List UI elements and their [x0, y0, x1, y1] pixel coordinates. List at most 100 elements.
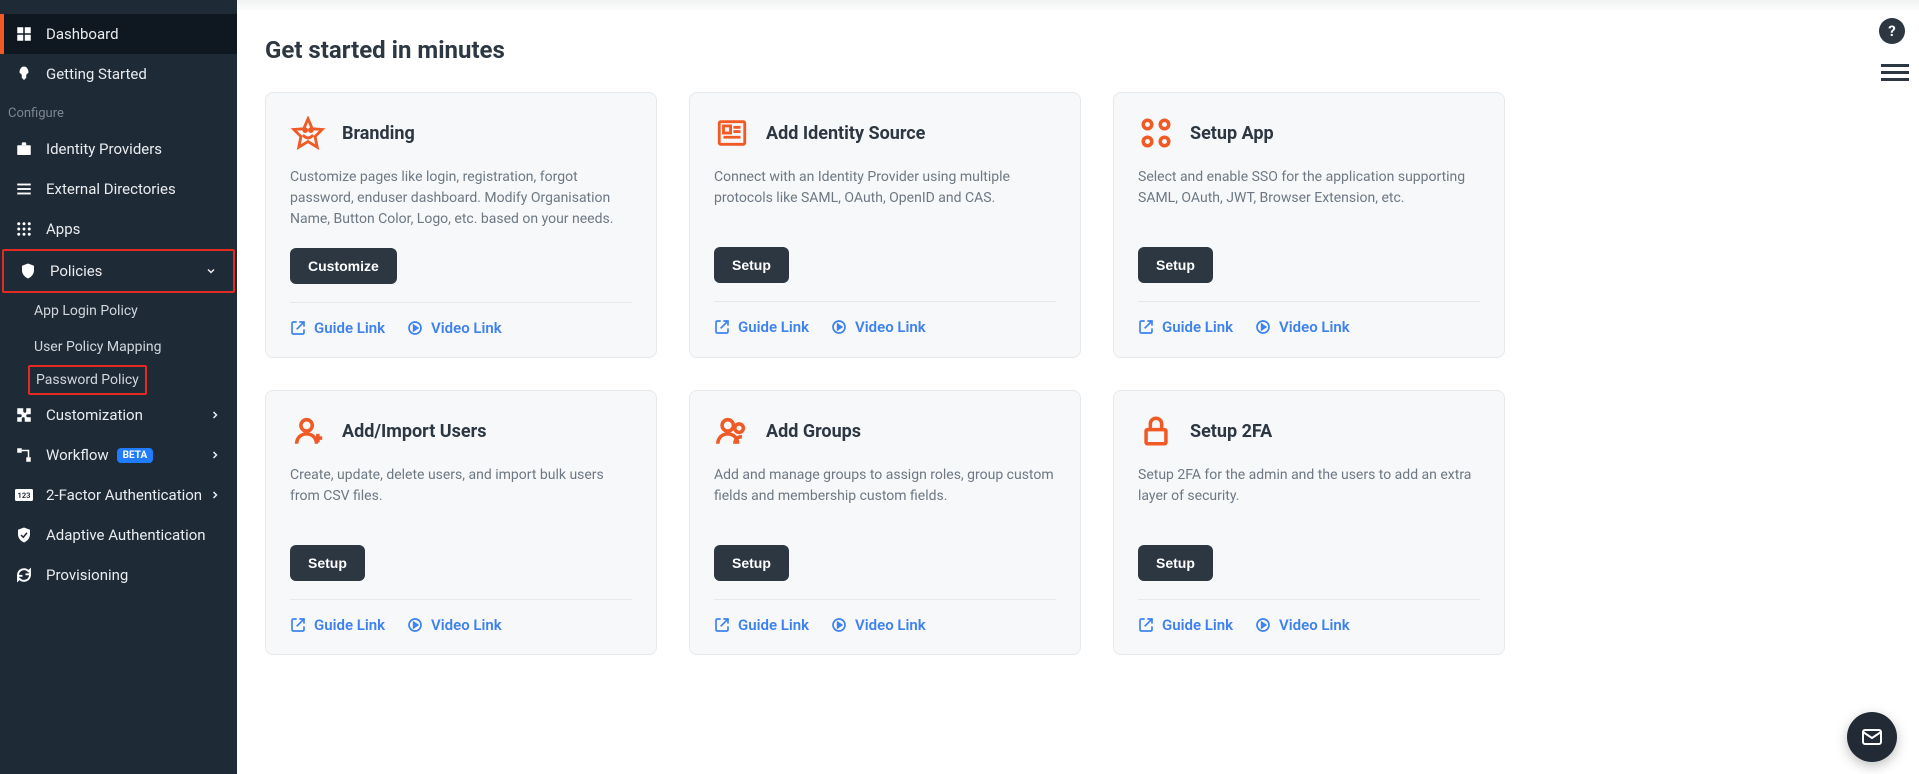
- card-add-groups: Add Groups Add and manage groups to assi…: [689, 390, 1081, 655]
- setup-button[interactable]: Setup: [714, 247, 789, 283]
- sidebar-item-getting-started[interactable]: Getting Started: [0, 54, 237, 94]
- sidebar-item-label: Policies: [50, 262, 102, 280]
- guide-link[interactable]: Guide Link: [714, 616, 809, 634]
- header-gradient: [237, 0, 1919, 10]
- link-label: Guide Link: [1162, 616, 1233, 634]
- sidebar-item-label: 2-Factor Authentication: [46, 486, 202, 504]
- chevron-down-icon: [203, 263, 219, 279]
- card-title: Add Identity Source: [766, 123, 925, 144]
- guide-link[interactable]: Guide Link: [1138, 616, 1233, 634]
- play-circle-icon: [831, 617, 847, 633]
- play-circle-icon: [1255, 319, 1271, 335]
- grid-icon: [14, 219, 34, 239]
- video-link[interactable]: Video Link: [407, 319, 502, 337]
- setup-button[interactable]: Setup: [1138, 247, 1213, 283]
- sidebar-item-dashboard[interactable]: Dashboard: [0, 14, 237, 54]
- rocket-icon: [14, 64, 34, 84]
- puzzle-icon: [14, 405, 34, 425]
- sidebar-item-apps[interactable]: Apps: [0, 209, 237, 249]
- play-circle-icon: [407, 320, 423, 336]
- sidebar-section-label: Configure: [0, 94, 237, 129]
- video-link[interactable]: Video Link: [831, 616, 926, 634]
- cards-grid: Branding Customize pages like login, reg…: [265, 92, 1505, 655]
- list-icon: [14, 179, 34, 199]
- workflow-icon: [14, 445, 34, 465]
- card-title: Setup 2FA: [1190, 421, 1272, 442]
- card-desc: Connect with an Identity Provider using …: [714, 167, 1056, 229]
- digits-icon: 123: [14, 485, 34, 505]
- external-link-icon: [290, 320, 306, 336]
- video-link[interactable]: Video Link: [831, 318, 926, 336]
- sidebar-item-identity-providers[interactable]: Identity Providers: [0, 129, 237, 169]
- sidebar-subitem-user-policy-mapping[interactable]: User Policy Mapping: [0, 329, 237, 365]
- sidebar-subitem-password-policy[interactable]: Password Policy: [28, 365, 147, 395]
- mail-fab[interactable]: [1847, 712, 1897, 762]
- link-label: Guide Link: [738, 616, 809, 634]
- main-content: Get started in minutes Branding Customiz…: [237, 0, 1919, 774]
- sidebar-item-adaptive-auth[interactable]: Adaptive Authentication: [0, 515, 237, 555]
- menu-toggle[interactable]: [1881, 60, 1909, 85]
- briefcase-icon: [14, 139, 34, 159]
- sidebar-item-provisioning[interactable]: Provisioning: [0, 555, 237, 595]
- guide-link[interactable]: Guide Link: [290, 616, 385, 634]
- card-add-identity-source: Add Identity Source Connect with an Iden…: [689, 92, 1081, 358]
- lock-icon: [1138, 413, 1174, 449]
- setup-button[interactable]: Setup: [1138, 545, 1213, 581]
- sidebar-item-external-directories[interactable]: External Directories: [0, 169, 237, 209]
- page-title: Get started in minutes: [265, 36, 1879, 64]
- sidebar-item-workflow[interactable]: Workflow BETA: [0, 435, 237, 475]
- external-link-icon: [1138, 319, 1154, 335]
- link-label: Video Link: [431, 616, 502, 634]
- chevron-right-icon: [207, 487, 223, 503]
- sidebar-item-customization[interactable]: Customization: [0, 395, 237, 435]
- sidebar-subitem-app-login-policy[interactable]: App Login Policy: [0, 293, 237, 329]
- guide-link[interactable]: Guide Link: [714, 318, 809, 336]
- sidebar-item-label: Identity Providers: [46, 140, 162, 158]
- shield-check-icon: [14, 525, 34, 545]
- link-label: Video Link: [855, 318, 926, 336]
- link-label: Guide Link: [314, 319, 385, 337]
- card-title: Setup App: [1190, 123, 1274, 144]
- link-label: Guide Link: [1162, 318, 1233, 336]
- card-title: Add/Import Users: [342, 421, 486, 442]
- external-link-icon: [1138, 617, 1154, 633]
- guide-link[interactable]: Guide Link: [1138, 318, 1233, 336]
- help-button[interactable]: ?: [1879, 18, 1905, 44]
- dashboard-icon: [14, 24, 34, 44]
- sidebar-item-label: Adaptive Authentication: [46, 526, 206, 544]
- card-title: Add Groups: [766, 421, 861, 442]
- sidebar-item-policies[interactable]: Policies: [2, 249, 235, 293]
- id-card-icon: [714, 115, 750, 151]
- link-label: Video Link: [855, 616, 926, 634]
- chevron-right-icon: [207, 447, 223, 463]
- sidebar-item-2fa[interactable]: 123 2-Factor Authentication: [0, 475, 237, 515]
- link-label: Video Link: [431, 319, 502, 337]
- card-setup-2fa: Setup 2FA Setup 2FA for the admin and th…: [1113, 390, 1505, 655]
- video-link[interactable]: Video Link: [407, 616, 502, 634]
- video-link[interactable]: Video Link: [1255, 318, 1350, 336]
- svg-text:123: 123: [18, 491, 31, 500]
- external-link-icon: [290, 617, 306, 633]
- card-setup-app: Setup App Select and enable SSO for the …: [1113, 92, 1505, 358]
- external-link-icon: [714, 319, 730, 335]
- chevron-right-icon: [207, 407, 223, 423]
- apps-icon: [1138, 115, 1174, 151]
- guide-link[interactable]: Guide Link: [290, 319, 385, 337]
- setup-button[interactable]: Setup: [714, 545, 789, 581]
- video-link[interactable]: Video Link: [1255, 616, 1350, 634]
- play-circle-icon: [407, 617, 423, 633]
- sidebar-item-label: External Directories: [46, 180, 176, 198]
- group-icon: [714, 413, 750, 449]
- customize-button[interactable]: Customize: [290, 248, 397, 284]
- link-label: Guide Link: [738, 318, 809, 336]
- sidebar-item-label: Apps: [46, 220, 80, 238]
- card-desc: Setup 2FA for the admin and the users to…: [1138, 465, 1480, 527]
- play-circle-icon: [1255, 617, 1271, 633]
- sync-icon: [14, 565, 34, 585]
- sidebar-item-label: Getting Started: [46, 65, 147, 83]
- sidebar-item-label: Dashboard: [46, 25, 119, 43]
- setup-button[interactable]: Setup: [290, 545, 365, 581]
- sidebar: Dashboard Getting Started Configure Iden…: [0, 0, 237, 774]
- link-label: Guide Link: [314, 616, 385, 634]
- card-desc: Create, update, delete users, and import…: [290, 465, 632, 527]
